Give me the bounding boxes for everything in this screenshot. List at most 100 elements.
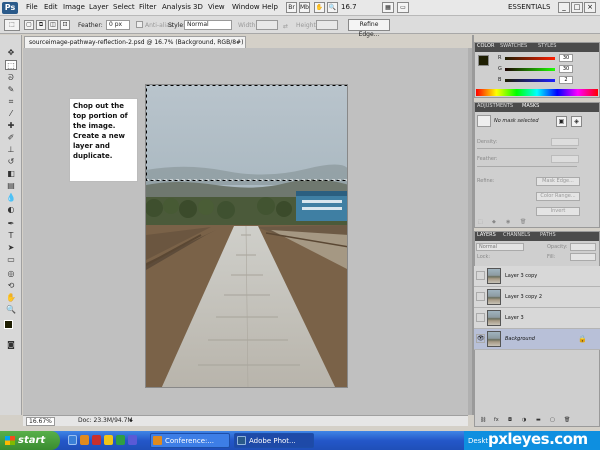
workspace-switcher[interactable]: ESSENTIALS xyxy=(508,3,550,11)
marquee-preset-icon[interactable]: ⬚ xyxy=(4,19,20,31)
foreground-color-swatch[interactable] xyxy=(4,320,13,329)
lasso-tool-icon[interactable]: ᘐ xyxy=(5,73,17,83)
acrobat-quicklaunch-icon[interactable] xyxy=(92,435,101,445)
adjustment-layer-icon[interactable]: ◑ xyxy=(522,417,526,423)
width-input[interactable] xyxy=(256,20,278,30)
menu-analysis[interactable]: Analysis xyxy=(162,3,191,11)
hand-tool-icon[interactable]: ✋ xyxy=(5,293,17,303)
delete-layer-icon[interactable]: 🗑 xyxy=(564,417,570,423)
layer-row-layer-3-copy[interactable]: Layer 3 copy xyxy=(474,266,600,287)
pen-tool-icon[interactable]: ✒ xyxy=(5,219,17,229)
new-layer-icon[interactable]: ▢ xyxy=(550,417,555,423)
b-value[interactable]: 2 xyxy=(559,76,573,84)
opacity-input[interactable] xyxy=(570,243,596,251)
layer-visibility-toggle[interactable] xyxy=(476,271,485,280)
new-group-icon[interactable]: ▬ xyxy=(536,417,541,423)
menu-window[interactable]: Window xyxy=(232,3,260,11)
b-slider[interactable] xyxy=(505,79,555,82)
mask-feather-input[interactable] xyxy=(551,155,579,163)
r-slider[interactable] xyxy=(505,57,555,60)
folder-quicklaunch-icon[interactable] xyxy=(104,435,113,445)
gradient-tool-icon[interactable]: ▤ xyxy=(5,181,17,191)
brush-tool-icon[interactable]: ✐ xyxy=(5,133,17,143)
3d-rotate-tool-icon[interactable]: ◎ xyxy=(5,269,17,279)
menu-view[interactable]: View xyxy=(208,3,225,11)
add-selection-icon[interactable]: ⧉ xyxy=(36,20,46,30)
eraser-tool-icon[interactable]: ◧ xyxy=(5,169,17,179)
hand-view-icon[interactable]: ✋ xyxy=(314,2,325,13)
vector-mask-icon[interactable]: ◈ xyxy=(571,116,582,127)
layer-visibility-toggle[interactable] xyxy=(476,292,485,301)
intersect-selection-icon[interactable]: ⊡ xyxy=(60,20,70,30)
taskbar-conference-window[interactable]: Conference:... xyxy=(150,433,230,448)
layer-row-layer-3-copy-2[interactable]: Layer 3 copy 2 xyxy=(474,287,600,308)
menu-select[interactable]: Select xyxy=(113,3,135,11)
blend-mode-select[interactable]: Normal xyxy=(476,243,524,251)
zoom-view-icon[interactable]: 🔍 xyxy=(327,2,338,13)
feather-input[interactable]: 0 px xyxy=(106,20,130,30)
healing-brush-tool-icon[interactable]: ✚ xyxy=(5,121,17,131)
history-brush-tool-icon[interactable]: ↺ xyxy=(5,157,17,167)
taskbar-photoshop-window[interactable]: Adobe Phot... xyxy=(234,433,314,448)
menu-filter[interactable]: Filter xyxy=(139,3,156,11)
firefox-quicklaunch-icon[interactable] xyxy=(80,435,89,445)
shape-tool-icon[interactable]: ▭ xyxy=(5,255,17,265)
desktop-quicklaunch-icon[interactable] xyxy=(68,435,77,445)
desktop-toolbar-label[interactable]: Deskt xyxy=(468,437,488,445)
quick-mask-icon[interactable]: ◙ xyxy=(5,340,17,350)
arrange-documents-icon[interactable]: ▦ xyxy=(382,2,394,13)
zoom-tool-icon[interactable]: 🔍 xyxy=(5,305,17,315)
layer-style-icon[interactable]: fx xyxy=(494,417,499,423)
apply-mask-icon[interactable]: ◆ xyxy=(492,219,496,225)
blur-tool-icon[interactable]: 💧 xyxy=(5,193,17,203)
screen-mode-icon[interactable]: ▭ xyxy=(397,2,409,13)
height-input[interactable] xyxy=(316,20,338,30)
zoom-status[interactable]: 16.67% xyxy=(26,417,55,426)
menu-layer[interactable]: Layer xyxy=(89,3,109,11)
delete-mask-icon[interactable]: 🗑 xyxy=(520,219,526,225)
media-quicklaunch-icon[interactable] xyxy=(128,435,137,445)
g-slider[interactable] xyxy=(505,68,555,71)
path-selection-tool-icon[interactable]: ➤ xyxy=(5,243,17,253)
swap-icon[interactable]: ⇄ xyxy=(283,23,288,30)
crop-tool-icon[interactable]: ⌗ xyxy=(5,97,17,107)
move-tool-icon[interactable]: ✥ xyxy=(5,48,17,58)
invert-button[interactable]: Invert xyxy=(536,207,580,216)
disable-mask-icon[interactable]: ◉ xyxy=(506,219,510,225)
minimize-button[interactable]: _ xyxy=(558,2,570,13)
density-slider[interactable] xyxy=(477,148,577,149)
dodge-tool-icon[interactable]: ◐ xyxy=(5,205,17,215)
zoom-level[interactable]: 16.7 xyxy=(341,3,357,11)
pixel-mask-icon[interactable]: ▣ xyxy=(556,116,567,127)
color-range-button[interactable]: Color Range... xyxy=(536,192,580,201)
menu-image[interactable]: Image xyxy=(63,3,85,11)
subtract-selection-icon[interactable]: ◫ xyxy=(48,20,58,30)
quick-selection-tool-icon[interactable]: ✎ xyxy=(5,85,17,95)
tab-styles[interactable]: STYLES xyxy=(538,43,556,49)
tab-adjustments[interactable]: ADJUSTMENTS xyxy=(477,103,513,109)
type-tool-icon[interactable]: T xyxy=(5,231,17,241)
menu-file[interactable]: File xyxy=(26,3,38,11)
eyedropper-tool-icon[interactable]: ⁄ xyxy=(5,109,17,119)
mask-edge-button[interactable]: Mask Edge... xyxy=(536,177,580,186)
refine-edge-button[interactable]: Refine Edge... xyxy=(348,19,390,38)
rectangular-marquee-tool-icon[interactable]: ⬚ xyxy=(5,60,17,70)
3d-orbit-tool-icon[interactable]: ⟲ xyxy=(5,281,17,291)
close-button[interactable]: × xyxy=(584,2,596,13)
tab-channels[interactable]: CHANNELS xyxy=(503,232,530,238)
document-canvas[interactable] xyxy=(145,84,348,388)
eye-icon[interactable]: 👁 xyxy=(476,334,485,343)
menu-3d[interactable]: 3D xyxy=(193,3,203,11)
color-foreground-swatch[interactable] xyxy=(478,55,489,66)
tab-swatches[interactable]: SWATCHES xyxy=(500,43,527,49)
tab-color[interactable]: COLOR xyxy=(477,43,494,49)
mini-bridge-icon[interactable]: Mb xyxy=(299,2,310,13)
g-value[interactable]: 30 xyxy=(559,65,573,73)
add-mask-icon[interactable]: ◘ xyxy=(508,417,512,423)
tab-paths[interactable]: PATHS xyxy=(540,232,556,238)
load-selection-icon[interactable]: ⬚ xyxy=(478,219,483,225)
mask-feather-slider[interactable] xyxy=(477,166,577,167)
tab-layers[interactable]: LAYERS xyxy=(477,232,496,238)
menu-edit[interactable]: Edit xyxy=(44,3,58,11)
maximize-button[interactable]: □ xyxy=(571,2,583,13)
